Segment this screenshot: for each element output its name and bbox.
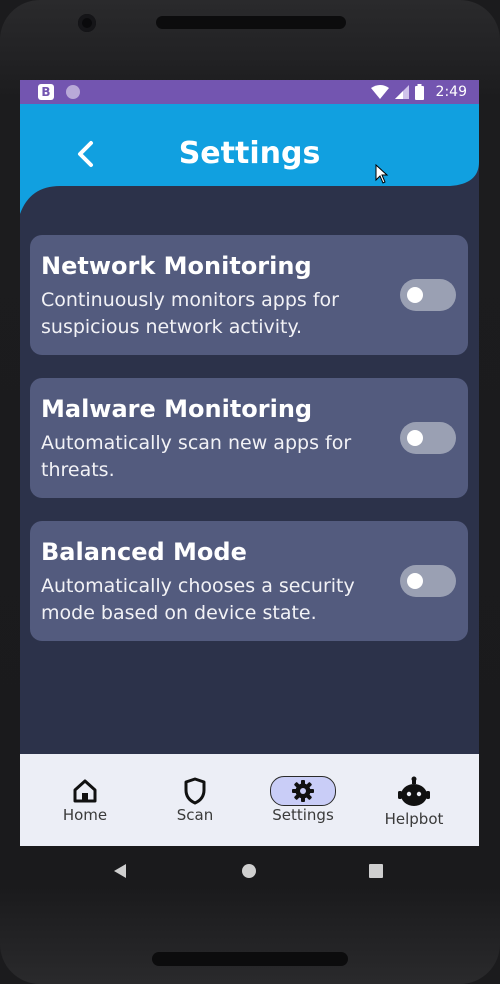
system-home-icon[interactable] [241,863,257,879]
balanced-mode-toggle[interactable] [400,565,456,597]
earpiece-speaker [156,16,346,29]
front-camera [78,14,96,32]
setting-title: Balanced Mode [41,538,247,566]
sync-notification-icon [66,85,80,99]
system-recents-icon[interactable] [369,864,383,878]
toggle-knob [407,573,423,589]
balanced-mode-card: Balanced Mode Automatically chooses a se… [30,521,468,641]
nav-label: Settings [272,806,334,824]
app-notification-icon: B [38,84,54,100]
setting-title: Network Monitoring [41,252,312,280]
app-screen: B 2:49 Settings Network Monitoring Conti… [20,80,479,846]
system-back-icon[interactable] [113,863,127,879]
setting-description: Automatically scan new apps for threats. [41,432,352,481]
bottom-navigation: Home Scan Settings Helpbot [20,754,479,846]
network-monitoring-card: Network Monitoring Continuously monitors… [30,235,468,355]
shield-icon [184,777,206,805]
nav-helpbot[interactable]: Helpbot [380,774,448,828]
robot-icon [398,776,430,806]
network-monitoring-toggle[interactable] [400,279,456,311]
phone-frame: B 2:49 Settings Network Monitoring Conti… [0,0,500,984]
setting-description: Continuously monitors apps for suspiciou… [41,289,339,338]
nav-scan[interactable]: Scan [163,776,227,824]
cell-signal-icon [394,85,409,99]
nav-settings[interactable]: Settings [268,776,338,824]
settings-header: Settings [20,104,479,214]
malware-monitoring-card: Malware Monitoring Automatically scan ne… [30,378,468,498]
bottom-speaker [152,952,348,966]
battery-icon [414,84,424,100]
toggle-knob [407,287,423,303]
nav-label: Scan [176,806,214,824]
mouse-cursor-icon [375,164,389,184]
active-tab-indicator [270,776,336,806]
system-navigation-bar [0,846,500,896]
setting-title: Malware Monitoring [41,395,313,423]
malware-monitoring-toggle[interactable] [400,422,456,454]
page-title: Settings [178,136,321,171]
nav-label: Home [62,806,108,824]
gear-icon [292,780,314,802]
status-time: 2:49 [435,84,467,100]
toggle-knob [407,430,423,446]
setting-description: Automatically chooses a security mode ba… [41,575,355,624]
home-icon [73,779,97,803]
status-bar: B 2:49 [20,80,479,104]
wifi-icon [370,85,389,99]
nav-home[interactable]: Home [53,776,117,824]
nav-label: Helpbot [384,810,444,828]
